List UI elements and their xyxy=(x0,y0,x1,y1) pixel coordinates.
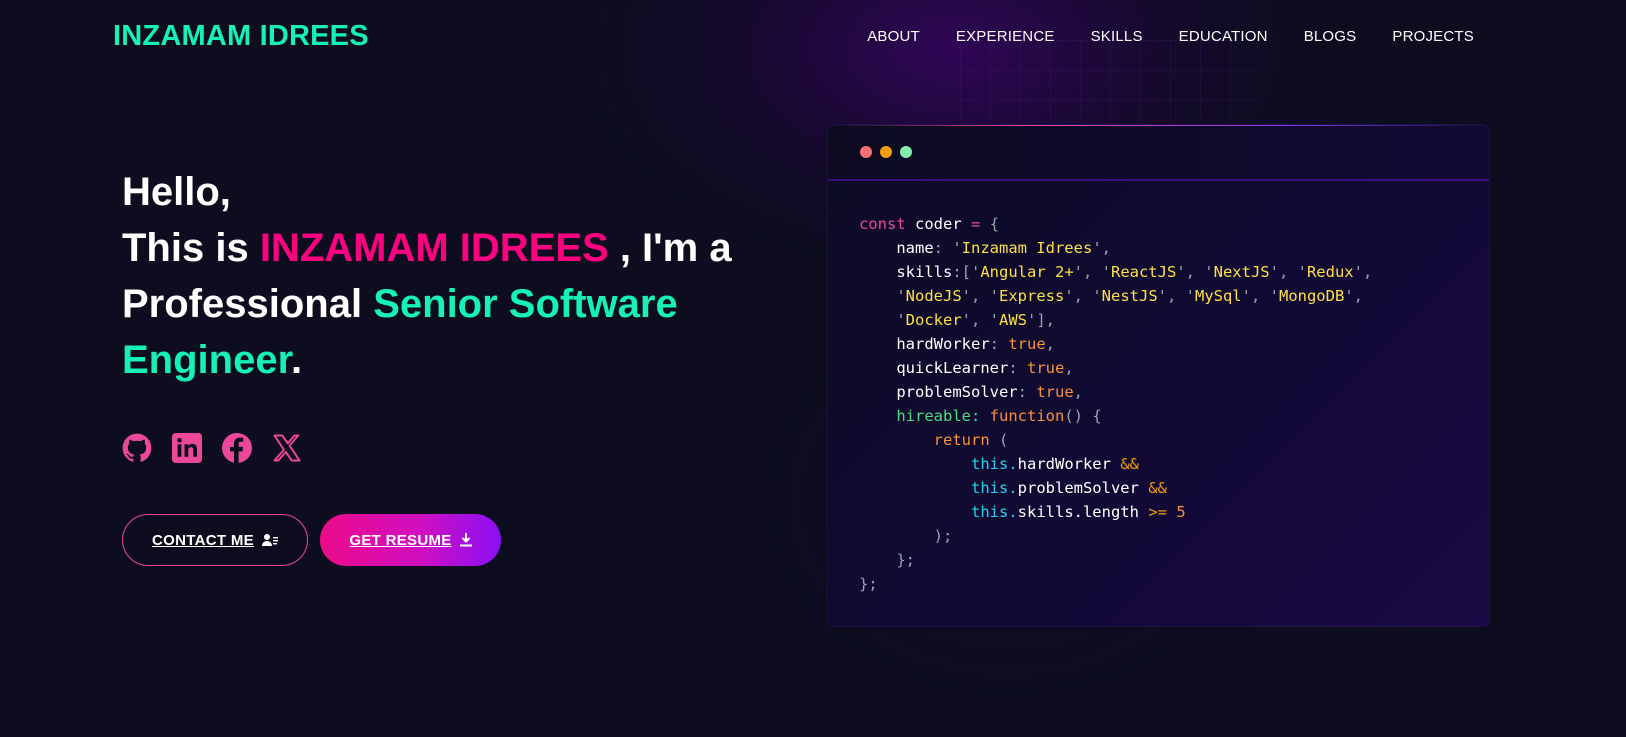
window-maximize-dot xyxy=(900,146,912,158)
code-name-value: Inzamam Idrees xyxy=(961,239,1093,257)
hero-greeting: Hello, xyxy=(122,170,231,214)
code-skills-key: skills xyxy=(896,263,953,281)
facebook-icon[interactable] xyxy=(222,433,252,463)
code-skill: NodeJS xyxy=(905,287,962,305)
code-gte: >= xyxy=(1148,503,1167,521)
code-hireable-key: hireable: xyxy=(896,407,981,425)
code-skill: MongoDB xyxy=(1278,287,1345,305)
code-true: true xyxy=(1026,359,1065,377)
code-const: const xyxy=(859,215,906,233)
code-hardworker-key: hardWorker xyxy=(896,335,990,353)
nav-link-experience[interactable]: EXPERIENCE xyxy=(956,28,1055,45)
nav-link-projects[interactable]: PROJECTS xyxy=(1392,28,1474,45)
code-function: function xyxy=(989,407,1065,425)
code-eq: = xyxy=(971,215,981,233)
site-logo[interactable]: INZAMAM IDREES xyxy=(113,20,369,53)
contact-card-icon xyxy=(261,534,278,546)
hero-period: . xyxy=(290,338,303,382)
hero-role-prefix: Professional xyxy=(122,282,374,326)
window-close-dot xyxy=(860,146,872,158)
hero-intro: This is xyxy=(122,226,260,270)
code-problemsolver-key: problemSolver xyxy=(896,383,1018,401)
social-links xyxy=(122,433,302,463)
code-hw-ref: hardWorker xyxy=(1017,455,1111,473)
code-skill: NextJS xyxy=(1213,263,1270,281)
window-minimize-dot xyxy=(880,146,892,158)
code-window-titlebar xyxy=(828,125,1489,181)
linkedin-icon[interactable] xyxy=(172,433,202,463)
code-window: const coder = { name: 'Inzamam Idrees', … xyxy=(827,124,1490,627)
hero-name: INZAMAM IDREES xyxy=(259,226,609,270)
contact-me-button[interactable]: CONTACT ME xyxy=(122,514,308,566)
hero-intro-suffix: , I'm a xyxy=(608,226,732,270)
code-min-skills: 5 xyxy=(1176,503,1186,521)
get-resume-button[interactable]: GET RESUME xyxy=(320,514,501,566)
contact-me-label: CONTACT ME xyxy=(152,531,254,549)
code-this: this. xyxy=(970,479,1018,497)
code-and: && xyxy=(1148,479,1167,497)
code-skill: Redux xyxy=(1306,263,1354,281)
code-this: this. xyxy=(970,503,1018,521)
nav-link-education[interactable]: EDUCATION xyxy=(1179,28,1268,45)
hero-heading: Hello, This is INZAMAM IDREES , I'm a Pr… xyxy=(122,164,782,388)
code-snippet: const coder = { name: 'Inzamam Idrees', … xyxy=(859,215,1373,593)
code-return: return xyxy=(933,431,990,449)
code-skill: ReactJS xyxy=(1110,263,1177,281)
code-skill: Angular 2+ xyxy=(980,263,1074,281)
main-nav: ABOUT EXPERIENCE SKILLS EDUCATION BLOGS … xyxy=(867,28,1474,45)
code-quicklearner-key: quickLearner xyxy=(896,359,1009,377)
code-var: coder xyxy=(915,215,962,233)
code-and: && xyxy=(1120,455,1139,473)
code-skill: Express xyxy=(999,287,1065,305)
code-len-ref: skills.length xyxy=(1017,503,1139,521)
code-skill: NestJS xyxy=(1101,287,1158,305)
code-this: this. xyxy=(970,455,1018,473)
code-ps-ref: problemSolver xyxy=(1017,479,1139,497)
code-skill: Docker xyxy=(905,311,962,329)
code-skill: MySql xyxy=(1194,287,1242,305)
nav-link-about[interactable]: ABOUT xyxy=(867,28,920,45)
get-resume-label: GET RESUME xyxy=(349,531,452,549)
github-icon[interactable] xyxy=(122,433,152,463)
code-true: true xyxy=(1008,335,1046,353)
code-name-key: name xyxy=(896,239,934,257)
download-icon xyxy=(459,533,472,547)
x-twitter-icon[interactable] xyxy=(272,433,302,463)
code-skill: AWS xyxy=(999,311,1027,329)
nav-link-blogs[interactable]: BLOGS xyxy=(1304,28,1357,45)
code-true: true xyxy=(1036,383,1074,401)
nav-link-skills[interactable]: SKILLS xyxy=(1091,28,1143,45)
